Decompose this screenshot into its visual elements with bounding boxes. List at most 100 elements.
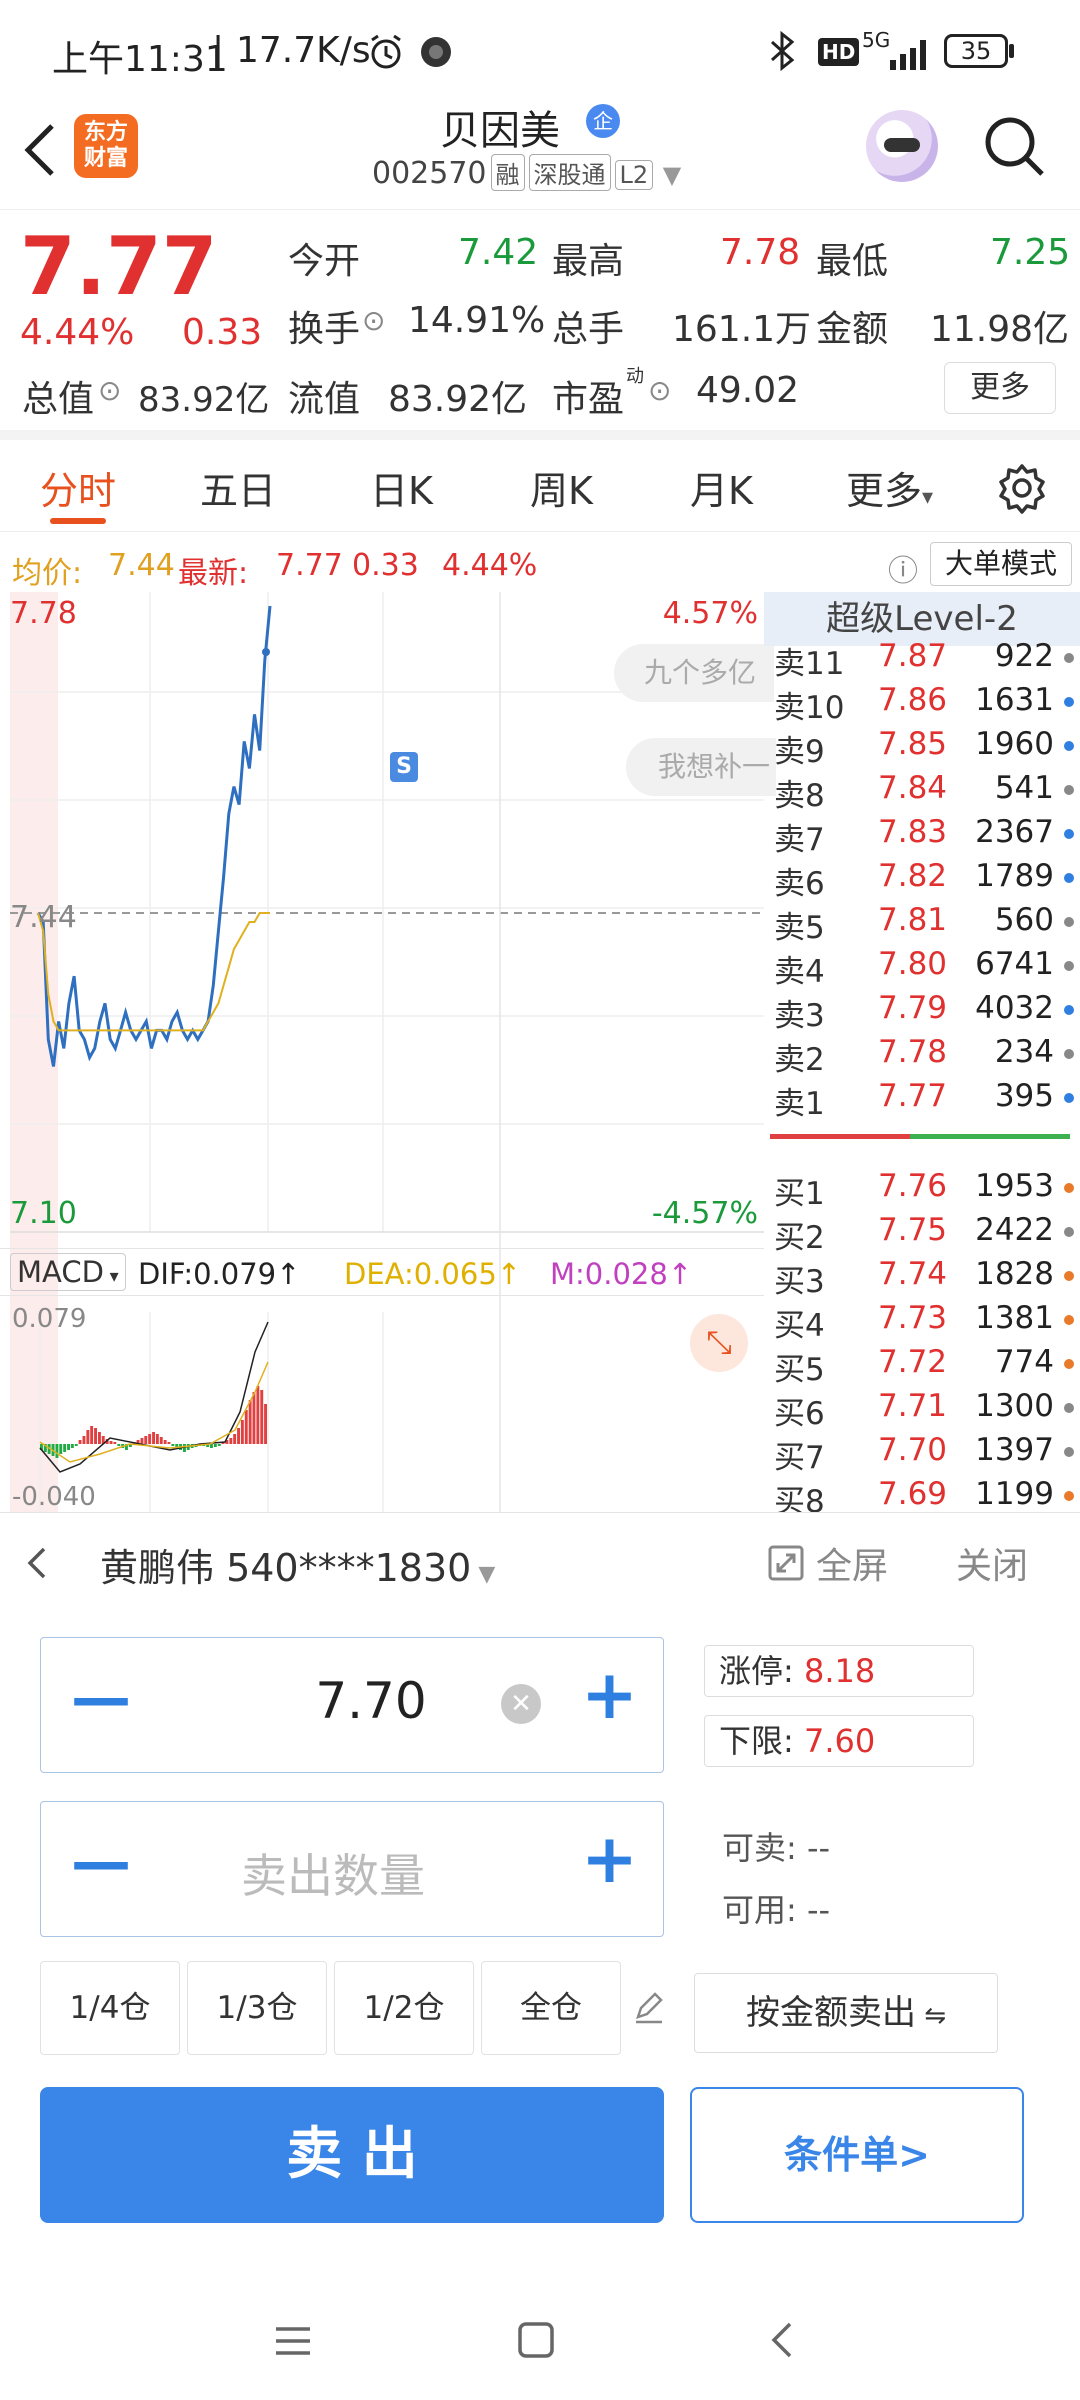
level-price: 7.82 [878,858,948,894]
limit-up-box[interactable]: 涨停: 8.18 [704,1645,974,1697]
macd-bar [248,1400,252,1444]
macd-selector[interactable]: MACD ▾ [10,1253,126,1291]
level-volume: 922 [994,638,1054,674]
full-position-button[interactable]: 全仓 [481,1961,621,2055]
latest-label: 最新: [178,556,249,591]
tab-five-day[interactable]: 五日 [200,460,276,515]
more-button[interactable]: 更多 [944,362,1056,414]
level-label: 卖9 [774,734,825,770]
level-price: 7.70 [878,1432,948,1468]
order-book-row[interactable]: 买2 7.75 2422 [770,1212,1080,1256]
order-book-row[interactable]: 买5 7.72 774 [770,1344,1080,1388]
order-book-row[interactable]: 卖4 7.80 6741 [770,946,1080,990]
order-dot-icon [1064,1093,1074,1103]
level-volume: 1960 [975,726,1054,762]
third-position-button[interactable]: 1/3仓 [187,1961,327,2055]
comment-bubble[interactable]: 我想补一 [626,738,776,796]
info-circle-icon[interactable]: ⊙ [98,374,121,407]
expand-icon[interactable]: ⤡ [690,1314,748,1372]
order-book-row[interactable]: 买7 7.70 1397 [770,1432,1080,1476]
y-axis-bottom-label: 7.10 [10,1196,77,1231]
conditional-order-button[interactable]: 条件单> [690,2087,1024,2223]
order-book-row[interactable]: 买4 7.73 1381 [770,1300,1080,1344]
order-book-row[interactable]: 卖1 7.77 395 [770,1078,1080,1122]
collapse-arrow-icon[interactable] [22,1543,50,1583]
order-book-row[interactable]: 卖2 7.78 234 [770,1034,1080,1078]
avg-value: 7.44 [108,548,175,583]
clear-input-icon[interactable]: ✕ [501,1684,541,1724]
menu-icon[interactable] [272,2321,314,2361]
bid-strength-bar [910,1134,1070,1139]
order-book-row[interactable]: 买1 7.76 1953 [770,1168,1080,1212]
sell-signal-marker[interactable]: S [390,752,418,782]
price-input[interactable]: 7.70 [241,1672,501,1730]
close-button[interactable]: 关闭 [956,1537,1028,1589]
account-selector[interactable]: 黄鹏伟 540****1830 ▼ [100,1537,495,1592]
level-label: 卖11 [774,646,845,682]
change-percent: 4.44% [20,312,135,353]
order-book-row[interactable]: 卖7 7.83 2367 [770,814,1080,858]
sell-button[interactable]: 卖 出 [40,2087,664,2223]
edit-pencil-icon[interactable] [632,1991,666,2025]
order-book-row[interactable]: 卖3 7.79 4032 [770,990,1080,1034]
tab-daily-k[interactable]: 日K [370,460,433,515]
fullscreen-icon [768,1545,804,1581]
price-lines [36,605,272,1067]
stock-code-row[interactable]: 002570 融深股通 L2 ▼ [372,154,681,191]
robot-assistant-avatar[interactable] [866,110,938,182]
info-circle-icon[interactable]: ⊙ [648,374,671,407]
home-square-icon[interactable] [516,2319,556,2361]
search-icon[interactable] [982,114,1048,180]
macd-dea-line [39,1361,269,1463]
order-book-row[interactable]: 卖8 7.84 541 [770,770,1080,814]
back-arrow-icon[interactable] [20,120,60,180]
quantity-increase-button[interactable]: + [581,1826,638,1894]
limit-down-value: 7.60 [803,1722,876,1760]
order-book-row[interactable]: 卖6 7.82 1789 [770,858,1080,902]
amount-label: 金额 [816,309,889,350]
big-order-mode-button[interactable]: 大单模式 [930,542,1072,586]
macd-bar [109,1441,113,1444]
tab-weekly-k[interactable]: 周K [530,460,593,515]
half-position-button[interactable]: 1/2仓 [334,1961,474,2055]
nav-back-icon[interactable] [766,2319,798,2361]
level-price: 7.77 [878,1078,948,1114]
app-logo[interactable]: 东方 财富 [74,114,138,178]
comment-bubble[interactable]: 九个多亿 [614,644,774,702]
intraday-chart[interactable]: 7.78 7.44 7.10 4.57% -4.57% 九个多亿 我想补一 S … [0,592,776,1512]
tab-monthly-k[interactable]: 月K [690,460,753,515]
quantity-decrease-button[interactable]: — [71,1832,131,1892]
help-icon[interactable]: ⓘ [888,546,918,590]
level-price: 7.79 [878,990,948,1026]
quarter-position-button[interactable]: 1/4仓 [40,1961,180,2055]
price-increase-button[interactable]: + [581,1662,638,1730]
level-label: 卖8 [774,778,825,814]
turnover-label: 换手 [288,309,361,350]
info-circle-icon[interactable]: ⊙ [362,304,385,337]
order-book-row[interactable]: 卖9 7.85 1960 [770,726,1080,770]
limit-down-box[interactable]: 下限: 7.60 [704,1715,974,1767]
order-book-row[interactable]: 卖5 7.81 560 [770,902,1080,946]
order-book-row[interactable]: 卖11 7.87 922 [770,638,1080,682]
order-book-row[interactable]: 买8 7.69 1199 [770,1476,1080,1512]
order-book-row[interactable]: 买6 7.71 1300 [770,1388,1080,1432]
chart-tabs: 分时 五日 日K 周K 月K 更多▾ [0,440,1080,532]
pe-label: 市盈 [552,379,625,420]
level-volume: 6741 [975,946,1054,982]
macd-bar [55,1444,59,1458]
level-volume: 1631 [975,682,1054,718]
level-price: 7.84 [878,770,948,806]
open-label: 今开 [288,241,361,282]
level-volume: 1828 [975,1256,1054,1292]
order-dot-icon [1064,741,1074,751]
tab-more[interactable]: 更多▾ [846,460,933,515]
price-decrease-button[interactable]: — [71,1668,131,1728]
sell-by-amount-button[interactable]: 按金额卖出 ⇋ [694,1973,998,2053]
macd-label: MACD [17,1255,104,1289]
tab-intraday[interactable]: 分时 [40,460,116,515]
order-book-row[interactable]: 卖10 7.86 1631 [770,682,1080,726]
settings-gear-icon[interactable] [996,462,1048,514]
quantity-input[interactable]: 卖出数量 [241,1840,541,1906]
fullscreen-button[interactable]: 全屏 [816,1537,888,1589]
order-book-row[interactable]: 买3 7.74 1828 [770,1256,1080,1300]
